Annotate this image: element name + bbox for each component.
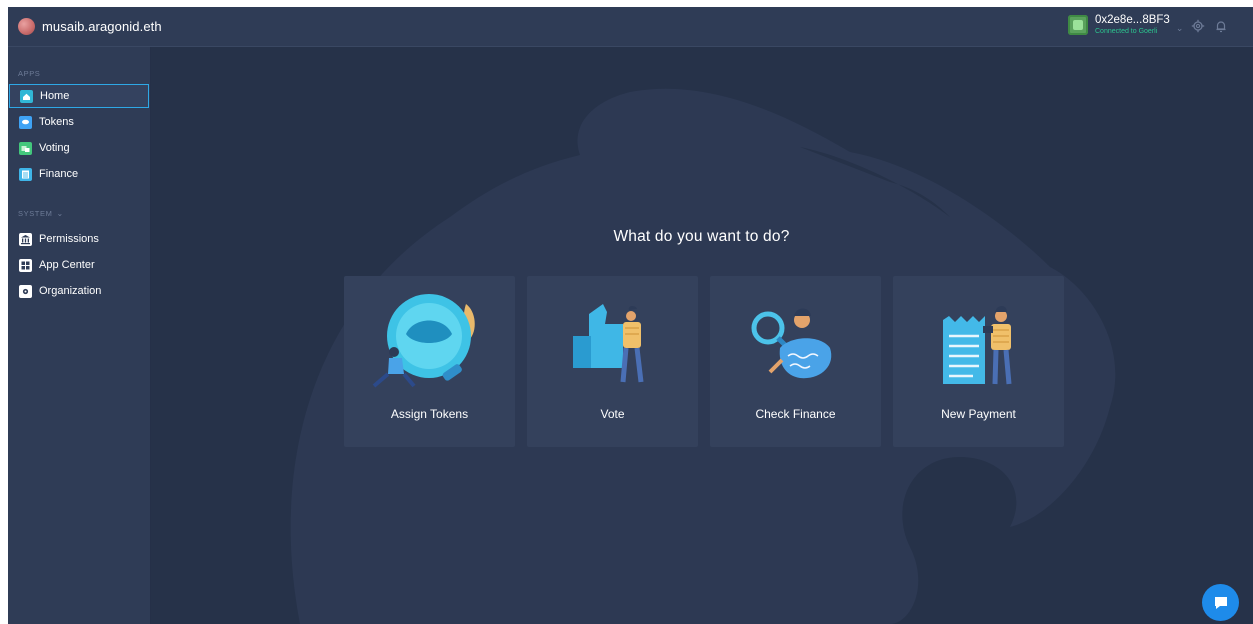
- action-label: Check Finance: [755, 407, 836, 421]
- action-label: Assign Tokens: [390, 407, 469, 421]
- sidebar-item-finance[interactable]: Finance: [9, 162, 149, 186]
- new-payment-illustration: [943, 306, 1012, 385]
- sidebar-item-home[interactable]: Home: [9, 84, 149, 108]
- account-address: 0x2e8e...8BF3: [1095, 14, 1170, 27]
- new-payment-card[interactable]: New Payment: [893, 276, 1064, 447]
- permissions-icon: [19, 232, 32, 246]
- sidebar-item-permissions[interactable]: Permissions: [9, 227, 149, 251]
- org-switcher[interactable]: musaib.aragonid.eth: [18, 18, 162, 35]
- apps-section-label: APPS: [18, 69, 41, 78]
- sidebar-item-label: Voting: [39, 142, 70, 154]
- app-window: musaib.aragonid.eth 0x2e8e...8BF3 Connec…: [8, 7, 1253, 624]
- network-status: Connected to Goerli: [1095, 27, 1158, 35]
- system-section-toggle[interactable]: SYSTEM ⌄: [18, 209, 64, 218]
- sidebar-item-voting[interactable]: Voting: [9, 136, 149, 160]
- chat-button[interactable]: [1202, 584, 1239, 621]
- vote-card[interactable]: Vote: [527, 276, 698, 447]
- sidebar-item-label: Finance: [39, 168, 79, 180]
- gear-icon[interactable]: [1191, 19, 1205, 33]
- sidebar-item-app-center[interactable]: App Center: [9, 253, 149, 277]
- top-bar: musaib.aragonid.eth 0x2e8e...8BF3 Connec…: [8, 7, 1253, 47]
- aragon-watermark-logo: [290, 88, 1116, 624]
- org-name: musaib.aragonid.eth: [42, 19, 162, 34]
- account-button[interactable]: 0x2e8e...8BF3 Connected to Goerli ⌄: [1068, 15, 1183, 35]
- org-avatar: [18, 18, 35, 35]
- main-content: What do you want to do? Assign Tokens Vo…: [150, 47, 1253, 624]
- assign-tokens-illustration: [372, 294, 475, 388]
- chevron-down-icon: ⌄: [56, 209, 64, 218]
- sidebar: APPS Home Tokens Voting Finance SYSTEM ⌄…: [8, 47, 151, 624]
- sidebar-item-organization[interactable]: Organization: [9, 279, 149, 303]
- sidebar-item-label: Permissions: [39, 233, 99, 245]
- vote-illustration: [573, 304, 644, 383]
- sidebar-item-label: App Center: [39, 259, 95, 271]
- voting-icon: [19, 141, 32, 155]
- organization-icon: [19, 284, 32, 298]
- app-center-icon: [19, 258, 32, 272]
- page-title: What do you want to do?: [613, 228, 790, 245]
- finance-icon: [19, 167, 32, 181]
- chevron-down-icon: ⌄: [1175, 22, 1184, 33]
- check-finance-card[interactable]: Check Finance: [710, 276, 881, 447]
- account-avatar: [1068, 15, 1088, 35]
- sidebar-item-label: Organization: [39, 285, 102, 297]
- sidebar-item-label: Home: [40, 90, 70, 102]
- bell-icon[interactable]: [1214, 19, 1228, 33]
- check-finance-illustration: [751, 308, 832, 379]
- sidebar-item-label: Tokens: [39, 116, 74, 128]
- assign-tokens-card[interactable]: Assign Tokens: [344, 276, 515, 447]
- sidebar-item-tokens[interactable]: Tokens: [9, 110, 149, 134]
- home-icon: [20, 89, 33, 103]
- tokens-icon: [19, 115, 32, 129]
- action-label: New Payment: [941, 407, 1016, 421]
- chat-icon: [1214, 596, 1227, 609]
- action-label: Vote: [600, 407, 625, 421]
